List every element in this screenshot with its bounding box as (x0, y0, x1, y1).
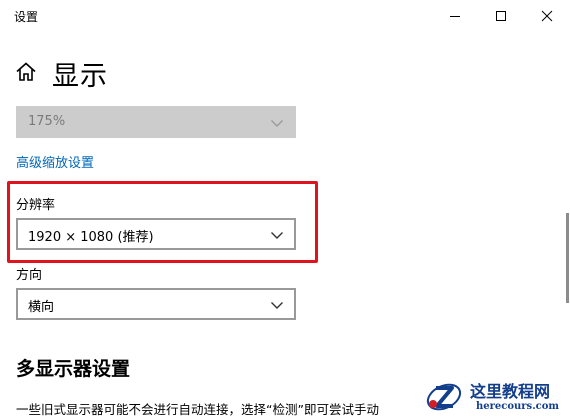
scale-value: 175% (28, 114, 66, 129)
title-bar: 设置 (0, 0, 570, 32)
minimize-icon (450, 16, 460, 17)
watermark-url: herecours.com (476, 401, 560, 412)
orientation-label: 方向 (16, 268, 43, 283)
chevron-down-icon (271, 302, 283, 309)
scrollbar-thumb[interactable] (566, 213, 569, 303)
minimize-button[interactable] (432, 0, 478, 32)
scale-dropdown: 175% (16, 106, 296, 138)
page-title: 显示 (52, 61, 108, 92)
watermark: 这里教程网 herecours.com (420, 374, 570, 420)
watermark-name: 这里教程网 (470, 382, 551, 401)
multi-display-description: 一些旧式显示器可能不会进行自动连接，选择“检测”即可尝试手动 (16, 402, 379, 417)
home-icon[interactable] (14, 60, 38, 84)
settings-content[interactable]: 175% 高级缩放设置 分辨率 1920 × 1080 (推荐) 方向 横向 多… (0, 96, 570, 420)
advanced-scaling-link[interactable]: 高级缩放设置 (16, 152, 94, 171)
orientation-dropdown[interactable]: 横向 (16, 288, 296, 320)
close-icon (541, 10, 553, 22)
orientation-value: 横向 (28, 300, 55, 315)
close-button[interactable] (524, 0, 570, 32)
multi-display-heading: 多显示器设置 (16, 358, 131, 380)
page-header: 显示 (0, 48, 570, 96)
window-title: 设置 (14, 10, 39, 24)
maximize-icon (496, 11, 506, 21)
watermark-logo-icon (426, 383, 462, 411)
maximize-button[interactable] (478, 0, 524, 32)
chevron-down-icon (271, 120, 283, 127)
resolution-highlight-box (7, 181, 318, 263)
